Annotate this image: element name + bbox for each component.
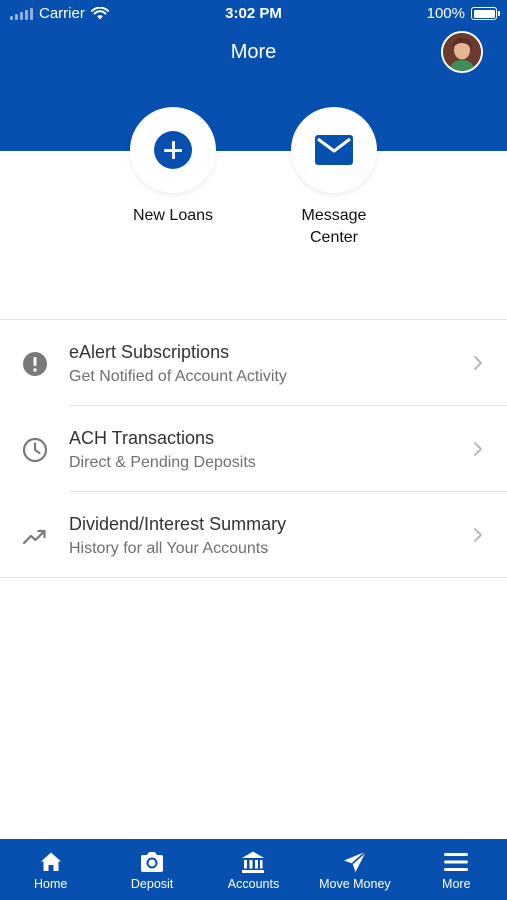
tab-more[interactable]: More xyxy=(406,839,507,900)
menu-icon xyxy=(444,853,469,871)
tab-label: Deposit xyxy=(130,877,174,891)
envelope-icon xyxy=(315,135,353,165)
home-icon xyxy=(40,852,61,871)
chevron-right-icon xyxy=(474,356,482,370)
message-center-label: Message Center xyxy=(254,205,414,249)
new-loans-button[interactable] xyxy=(130,107,216,193)
battery-icon xyxy=(471,7,500,20)
tab-label: More xyxy=(442,877,471,891)
menu-item-ealert-subscriptions[interactable]: eAlert Subscriptions Get Notified of Acc… xyxy=(0,320,507,406)
menu-item-subtitle: Get Notified of Account Activity xyxy=(69,368,287,385)
alert-icon xyxy=(23,352,47,376)
tab-bar: Home Deposit Accounts Move Money More xyxy=(0,839,507,900)
menu-item-title: eAlert Subscriptions xyxy=(69,342,230,362)
divider xyxy=(0,577,507,578)
quick-action-message-center[interactable]: Message Center xyxy=(254,107,414,249)
battery-percent: 100% xyxy=(426,5,465,22)
avatar-photo-icon xyxy=(443,33,481,71)
tab-accounts[interactable]: Accounts xyxy=(203,839,304,900)
menu-item-subtitle: Direct & Pending Deposits xyxy=(69,454,256,471)
menu-item-dividend-interest-summary[interactable]: Dividend/Interest Summary History for al… xyxy=(0,492,507,578)
page-title: More xyxy=(230,41,277,63)
status-right: 100% xyxy=(426,5,500,22)
menu-item-subtitle: History for all Your Accounts xyxy=(69,540,269,557)
menu-item-title: Dividend/Interest Summary xyxy=(69,514,287,534)
trending-up-icon xyxy=(22,529,46,545)
camera-icon xyxy=(141,852,164,872)
tab-label: Accounts xyxy=(227,877,280,891)
tab-deposit[interactable]: Deposit xyxy=(101,839,202,900)
tab-label: Move Money xyxy=(319,877,391,891)
chevron-right-icon xyxy=(474,442,482,456)
status-bar: Carrier 3:02 PM 100% xyxy=(0,0,507,28)
tab-move-money[interactable]: Move Money xyxy=(304,839,405,900)
tab-home[interactable]: Home xyxy=(0,839,101,900)
menu-item-title: ACH Transactions xyxy=(69,428,215,448)
new-loans-label: New Loans xyxy=(132,207,214,224)
bank-icon xyxy=(242,851,265,873)
message-center-label-line2: Center xyxy=(309,229,359,246)
avatar[interactable] xyxy=(441,31,483,73)
menu-item-ach-transactions[interactable]: ACH Transactions Direct & Pending Deposi… xyxy=(0,406,507,492)
quick-action-new-loans[interactable]: New Loans xyxy=(93,107,253,227)
plus-circle-icon xyxy=(154,131,192,169)
chevron-right-icon xyxy=(474,528,482,542)
send-icon xyxy=(343,850,367,872)
message-center-label-line1: Message xyxy=(301,207,367,224)
menu-list: eAlert Subscriptions Get Notified of Acc… xyxy=(0,319,507,578)
tab-label: Home xyxy=(34,877,68,891)
message-center-button[interactable] xyxy=(291,107,377,193)
clock-icon xyxy=(22,437,48,463)
